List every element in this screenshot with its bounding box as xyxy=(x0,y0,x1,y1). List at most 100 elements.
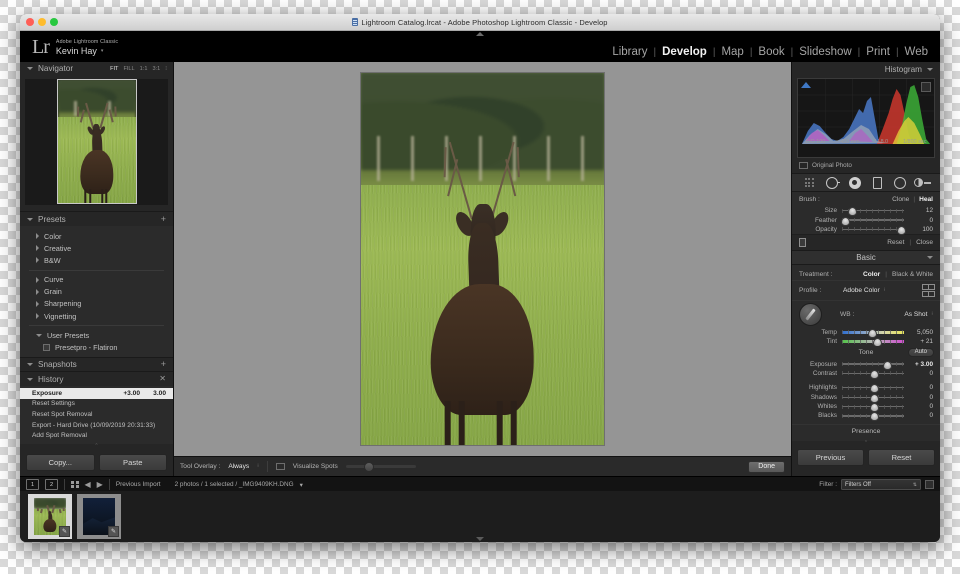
filmstrip-badge-2[interactable]: 2 xyxy=(45,479,58,490)
highlights-row[interactable]: Highlights 0 xyxy=(792,383,940,394)
module-develop[interactable]: Develop xyxy=(662,46,707,58)
preset-group-sharpening[interactable]: Sharpening xyxy=(20,298,173,310)
brush-mode-heal[interactable]: Heal xyxy=(919,196,933,203)
slider-knob[interactable] xyxy=(869,369,879,379)
shadows-row[interactable]: Shadows 0 xyxy=(792,393,940,403)
brush-size-row[interactable]: Size 12 xyxy=(792,206,940,217)
filter-lock-icon[interactable] xyxy=(925,480,934,489)
preset-group-bw[interactable]: B&W xyxy=(20,254,173,266)
temp-track[interactable] xyxy=(842,328,904,338)
tint-track[interactable] xyxy=(842,338,904,348)
main-photo[interactable] xyxy=(361,73,604,445)
history-row[interactable]: Add Spot Removal xyxy=(20,430,173,441)
identity-plate[interactable]: Lr Adobe Lightroom Classic Kevin Hay ▾ xyxy=(32,37,118,57)
temp-row[interactable]: Temp 5,050 xyxy=(792,328,940,338)
previous-button[interactable]: Previous xyxy=(797,448,864,466)
contrast-track[interactable] xyxy=(842,369,904,379)
filmstrip-thumb-deer[interactable]: ✎ xyxy=(28,494,72,539)
filmstrip-source[interactable]: Previous Import xyxy=(116,481,161,488)
slider-knob[interactable] xyxy=(869,403,879,413)
filmstrip-badge-1[interactable]: 1 xyxy=(26,479,39,490)
blacks-row[interactable]: Blacks 0 xyxy=(792,411,940,422)
visualize-spots-slider[interactable] xyxy=(345,461,416,472)
module-library[interactable]: Library xyxy=(612,46,647,58)
grid-view-icon[interactable] xyxy=(71,480,79,489)
brush-opacity-row[interactable]: Opacity 100 xyxy=(792,225,940,235)
disclosure-triangle-icon[interactable] xyxy=(927,67,933,71)
highlight-clipping-icon[interactable] xyxy=(921,82,931,92)
exposure-row[interactable]: Exposure + 3.00 xyxy=(792,359,940,370)
zoom-1-1[interactable]: 1:1 xyxy=(140,66,148,72)
preset-group-creative[interactable]: Creative xyxy=(20,242,173,254)
zoom-more-icon[interactable]: ⁝ xyxy=(165,66,167,72)
histogram-graph[interactable]: ISO 100 450 mm f / 8.0 1/800 sec xyxy=(797,78,935,158)
whites-track[interactable] xyxy=(842,403,904,413)
zoom-3-1[interactable]: 3:1 xyxy=(152,66,160,72)
snapshots-header[interactable]: Snapshots + xyxy=(20,357,173,372)
brush-feather-row[interactable]: Feather 0 xyxy=(792,215,940,226)
history-row[interactable]: Reset Spot Removal xyxy=(20,409,173,420)
slider-knob[interactable] xyxy=(840,216,850,226)
brush-mode-clone[interactable]: Clone xyxy=(892,196,909,203)
slider-knob[interactable] xyxy=(869,412,879,422)
exposure-track[interactable] xyxy=(842,360,904,370)
brush-close-button[interactable]: Close xyxy=(916,239,933,246)
copy-button[interactable]: Copy... xyxy=(26,454,95,472)
filter-select[interactable]: Filters Off ⇅ xyxy=(841,479,921,490)
history-header[interactable]: History ✕ xyxy=(20,372,173,387)
auto-tone-button[interactable]: Auto xyxy=(907,347,934,357)
treatment-black-and-white[interactable]: Black & White xyxy=(892,271,933,278)
tool-overlay-dropdown-icon[interactable]: ⁝ xyxy=(257,464,259,469)
disclosure-triangle-icon[interactable] xyxy=(27,362,33,366)
done-button[interactable]: Done xyxy=(748,460,785,473)
shadow-clipping-icon[interactable] xyxy=(801,82,811,88)
tint-row[interactable]: Tint + 21 xyxy=(792,337,940,348)
add-snapshot-button[interactable]: + xyxy=(161,359,166,369)
module-book[interactable]: Book xyxy=(758,46,784,58)
graduated-filter-icon[interactable] xyxy=(871,176,884,189)
disclosure-triangle-icon[interactable] xyxy=(27,377,33,381)
clear-history-button[interactable]: ✕ xyxy=(159,375,166,383)
user-name[interactable]: Kevin Hay ▾ xyxy=(56,47,118,56)
image-canvas[interactable] xyxy=(174,62,791,456)
highlights-track[interactable] xyxy=(842,384,904,394)
preset-group-curve[interactable]: Curve xyxy=(20,274,173,286)
preset-item-presetpro-flatiron[interactable]: Presetpro - Flatiron xyxy=(20,341,173,353)
add-preset-button[interactable]: + xyxy=(161,214,166,224)
slider-knob[interactable] xyxy=(868,328,878,338)
navigator-zoom-options[interactable]: FIT FILL 1:1 3:1 ⁝ xyxy=(110,66,167,72)
slider-knob[interactable] xyxy=(869,393,879,403)
preset-group-vignetting[interactable]: Vignetting xyxy=(20,310,173,322)
radial-filter-icon[interactable] xyxy=(893,176,906,189)
presence-section-header[interactable]: Presence xyxy=(792,423,940,438)
blacks-track[interactable] xyxy=(842,412,904,422)
brush-opacity-track[interactable] xyxy=(842,225,906,235)
paste-button[interactable]: Paste xyxy=(98,454,167,472)
module-map[interactable]: Map xyxy=(721,46,743,58)
wb-value-group[interactable]: As Shot ⁝ xyxy=(904,311,933,318)
module-print[interactable]: Print xyxy=(866,46,890,58)
disclosure-triangle-icon[interactable] xyxy=(27,217,33,221)
treatment-color[interactable]: Color xyxy=(863,271,880,278)
histogram-header[interactable]: Histogram xyxy=(792,62,940,76)
delete-icon[interactable] xyxy=(799,238,806,248)
spot-removal-icon[interactable] xyxy=(825,176,840,189)
whites-row[interactable]: Whites 0 xyxy=(792,402,940,413)
navigator-header[interactable]: Navigator FIT FILL 1:1 3:1 ⁝ xyxy=(20,62,173,76)
preset-group-color[interactable]: Color xyxy=(20,230,173,242)
brush-feather-track[interactable] xyxy=(840,216,904,226)
disclosure-triangle-icon[interactable] xyxy=(927,256,933,260)
original-photo-row[interactable]: Original Photo xyxy=(792,162,940,173)
filmstrip-status-caret-icon[interactable]: ▾ xyxy=(300,481,303,489)
original-photo-checkbox[interactable] xyxy=(799,162,808,169)
slider-knob[interactable] xyxy=(363,461,374,472)
adjustment-brush-icon[interactable] xyxy=(914,177,932,188)
basic-panel-header[interactable]: Basic xyxy=(792,250,940,266)
history-row[interactable]: Reset Settings xyxy=(20,399,173,410)
slider-knob[interactable] xyxy=(896,225,906,235)
visualize-spots-checkbox[interactable] xyxy=(275,463,285,470)
module-web[interactable]: Web xyxy=(905,46,928,58)
preset-group-grain[interactable]: Grain xyxy=(20,286,173,298)
back-arrow-icon[interactable]: ◀ xyxy=(85,480,91,489)
shadows-track[interactable] xyxy=(842,393,904,403)
